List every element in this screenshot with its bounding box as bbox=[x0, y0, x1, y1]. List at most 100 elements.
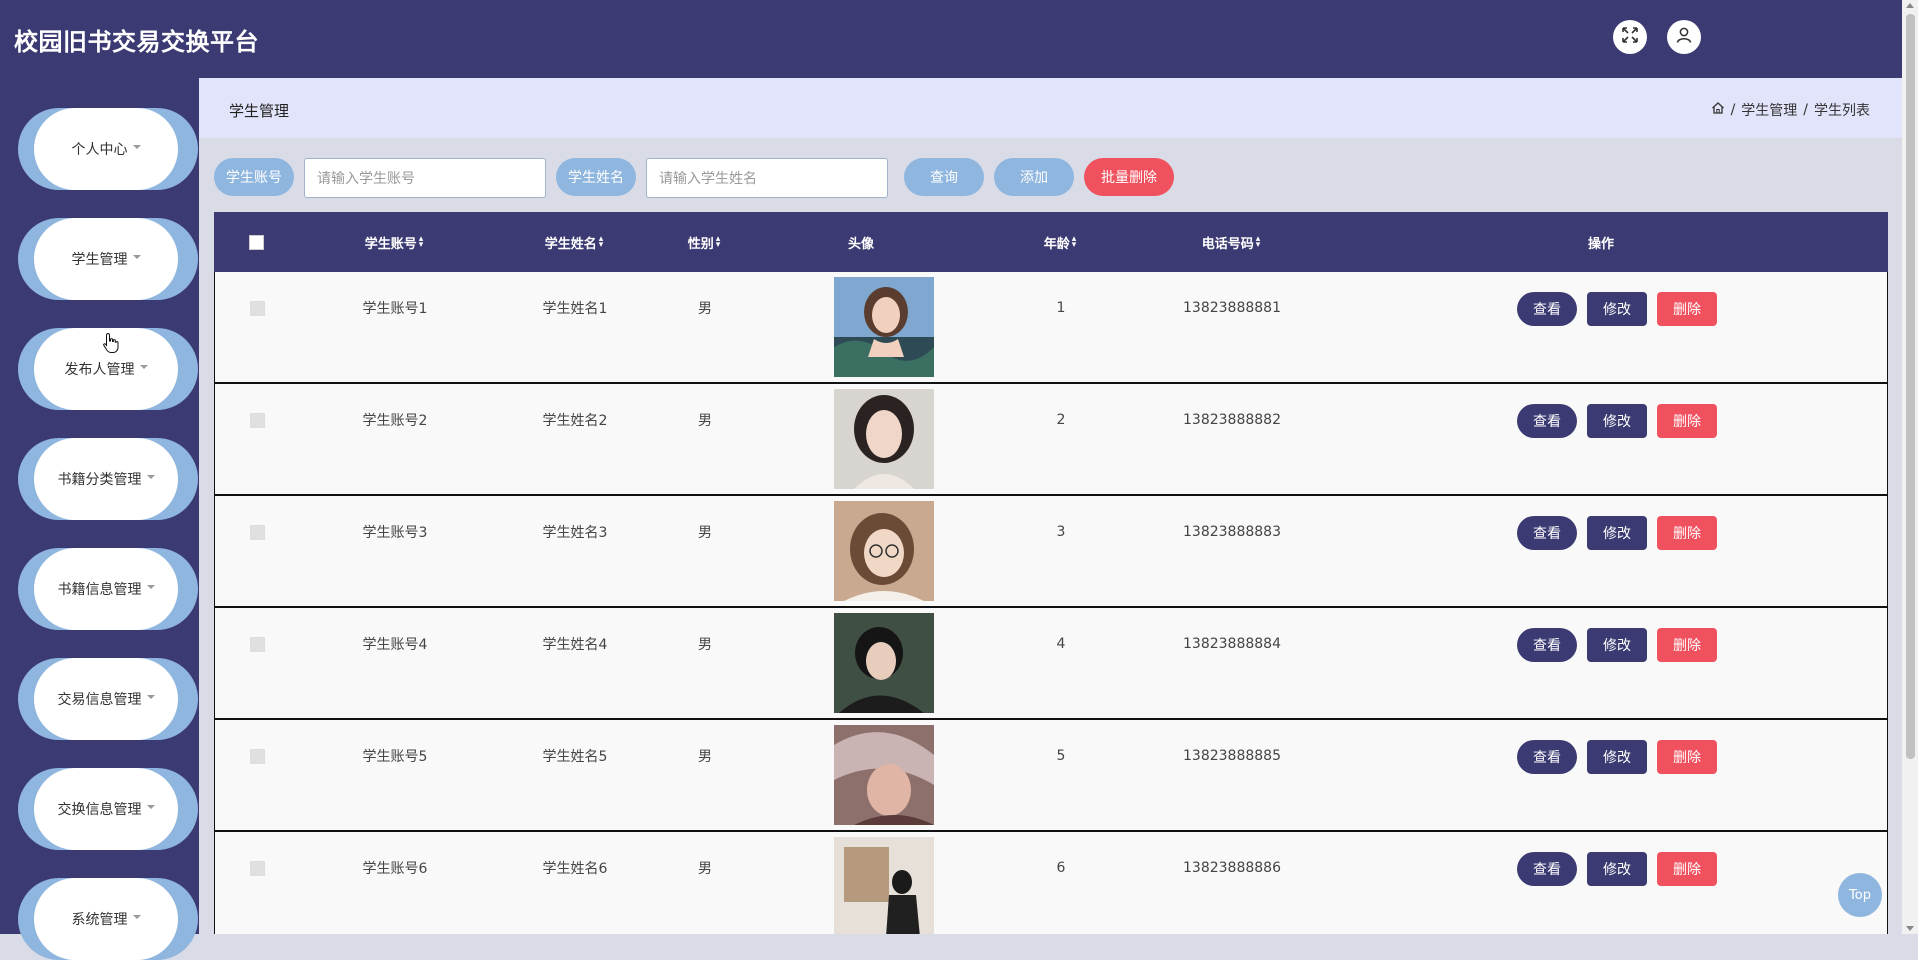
avatar[interactable] bbox=[834, 725, 934, 825]
sidebar-item-trade-info-management[interactable]: 交易信息管理 bbox=[18, 658, 198, 740]
cell-gender: 男 bbox=[698, 525, 712, 541]
view-button[interactable]: 查看 bbox=[1517, 740, 1577, 774]
delete-button[interactable]: 删除 bbox=[1657, 292, 1717, 326]
home-icon[interactable] bbox=[1711, 101, 1725, 119]
sidebar-item-label: 书籍分类管理 bbox=[57, 472, 142, 488]
cell-phone: 13823888884 bbox=[1183, 636, 1281, 652]
cell-age: 6 bbox=[1056, 860, 1066, 876]
avatar[interactable] bbox=[834, 277, 934, 377]
column-label: 电话号码 bbox=[1201, 236, 1254, 252]
delete-button[interactable]: 删除 bbox=[1657, 404, 1717, 438]
row-select-cell bbox=[215, 296, 300, 320]
batch-delete-button[interactable]: 批量删除 bbox=[1084, 158, 1174, 196]
query-button[interactable]: 查询 bbox=[904, 158, 984, 196]
scroll-thumb[interactable] bbox=[1906, 14, 1915, 759]
account-search-input[interactable]: 请输入学生账号 bbox=[304, 158, 546, 198]
sidebar-item-system-management[interactable]: 系统管理 bbox=[18, 878, 198, 960]
view-button[interactable]: 查看 bbox=[1517, 852, 1577, 886]
table-header: 学生账号 ▴ ▾ 学生姓名 ▴ ▾ 性别 ▴ ▾ 头像 年龄 ▴ ▾ 电话号码 ▴ ▾ 操作 bbox=[214, 212, 1888, 272]
cell-account: 学生账号5 bbox=[362, 749, 428, 765]
row-select-cell bbox=[215, 632, 300, 656]
column-label: 操作 bbox=[1587, 236, 1614, 252]
view-button[interactable]: 查看 bbox=[1517, 404, 1577, 438]
sidebar: 个人中心 学生管理 发布人管理 书籍分类管理 书籍信息管理 交易信息管理 交换信… bbox=[0, 78, 199, 960]
sort-icon: ▴ ▾ bbox=[1255, 234, 1261, 250]
delete-button[interactable]: 删除 bbox=[1657, 516, 1717, 550]
edit-button[interactable]: 修改 bbox=[1587, 852, 1647, 886]
top-header: 校园旧书交易交换平台 bbox=[0, 0, 1902, 78]
avatar[interactable] bbox=[834, 389, 934, 489]
name-label: 学生姓名 bbox=[556, 158, 636, 196]
main-content: 学生管理 / 学生管理 / 学生列表 学生账号 请输入学生账号 学生姓名 请输入… bbox=[199, 78, 1902, 934]
view-button[interactable]: 查看 bbox=[1517, 516, 1577, 550]
sidebar-item-personal-center[interactable]: 个人中心 bbox=[18, 108, 198, 190]
edit-button[interactable]: 修改 bbox=[1587, 740, 1647, 774]
column-label: 性别 bbox=[687, 236, 714, 252]
user-button[interactable] bbox=[1667, 20, 1701, 54]
hand-cursor-icon bbox=[102, 332, 120, 358]
row-checkbox[interactable] bbox=[250, 860, 265, 876]
delete-button[interactable]: 删除 bbox=[1657, 852, 1717, 886]
sidebar-item-label: 系统管理 bbox=[71, 912, 128, 928]
cell-phone: 13823888886 bbox=[1183, 860, 1281, 876]
app-title: 校园旧书交易交换平台 bbox=[14, 28, 259, 56]
cell-name: 学生姓名5 bbox=[542, 749, 608, 765]
view-button[interactable]: 查看 bbox=[1517, 628, 1577, 662]
delete-button[interactable]: 删除 bbox=[1657, 628, 1717, 662]
sidebar-item-student-management[interactable]: 学生管理 bbox=[18, 218, 198, 300]
add-button[interactable]: 添加 bbox=[994, 158, 1074, 196]
cell-phone: 13823888885 bbox=[1183, 748, 1281, 764]
breadcrumb-separator: / bbox=[1730, 102, 1736, 118]
cell-name: 学生姓名1 bbox=[542, 301, 608, 317]
row-checkbox[interactable] bbox=[250, 412, 265, 428]
row-checkbox[interactable] bbox=[250, 300, 265, 316]
row-checkbox[interactable] bbox=[250, 748, 265, 764]
scroll-down-icon[interactable] bbox=[1906, 926, 1914, 931]
fullscreen-icon bbox=[1621, 26, 1639, 48]
avatar[interactable] bbox=[834, 501, 934, 601]
column-header-account[interactable]: 学生账号 ▴ ▾ bbox=[324, 212, 464, 272]
table-row: 学生账号5 学生姓名5 男 5 13823888885 查看 修改 删除 bbox=[214, 720, 1888, 832]
column-header-name[interactable]: 学生姓名 ▴ ▾ bbox=[504, 212, 644, 272]
select-all-checkbox[interactable] bbox=[249, 234, 264, 250]
breadcrumb: / 学生管理 / 学生列表 bbox=[1711, 100, 1870, 120]
cell-gender: 男 bbox=[698, 301, 712, 317]
cell-name: 学生姓名6 bbox=[542, 861, 608, 877]
page-scrollbar[interactable] bbox=[1902, 0, 1918, 934]
row-select-cell bbox=[215, 856, 300, 880]
edit-button[interactable]: 修改 bbox=[1587, 292, 1647, 326]
sort-icon: ▴ ▾ bbox=[715, 234, 721, 250]
table-row: 学生账号4 学生姓名4 男 4 13823888884 查看 修改 删除 bbox=[214, 608, 1888, 720]
back-to-top-button[interactable]: Top bbox=[1838, 873, 1882, 917]
avatar[interactable] bbox=[834, 613, 934, 713]
cell-gender: 男 bbox=[698, 861, 712, 877]
table-row: 学生账号3 学生姓名3 男 3 13823888883 查看 修改 删除 bbox=[214, 496, 1888, 608]
sidebar-item-exchange-info-management[interactable]: 交换信息管理 bbox=[18, 768, 198, 850]
name-search-input[interactable]: 请输入学生姓名 bbox=[646, 158, 888, 198]
sidebar-item-book-category-management[interactable]: 书籍分类管理 bbox=[18, 438, 198, 520]
row-checkbox[interactable] bbox=[250, 636, 265, 652]
cell-age: 1 bbox=[1056, 300, 1066, 316]
edit-button[interactable]: 修改 bbox=[1587, 516, 1647, 550]
avatar[interactable] bbox=[834, 837, 934, 934]
edit-button[interactable]: 修改 bbox=[1587, 404, 1647, 438]
sidebar-item-book-info-management[interactable]: 书籍信息管理 bbox=[18, 548, 198, 630]
sidebar-item-label: 书籍信息管理 bbox=[57, 582, 142, 598]
fullscreen-button[interactable] bbox=[1613, 20, 1647, 54]
cell-phone: 13823888883 bbox=[1183, 524, 1281, 540]
column-header-gender[interactable]: 性别 ▴ ▾ bbox=[664, 212, 744, 272]
column-header-phone[interactable]: 电话号码 ▴ ▾ bbox=[1161, 212, 1301, 272]
cell-name: 学生姓名3 bbox=[542, 525, 608, 541]
edit-button[interactable]: 修改 bbox=[1587, 628, 1647, 662]
cell-account: 学生账号2 bbox=[362, 413, 428, 429]
row-checkbox[interactable] bbox=[250, 524, 265, 540]
cell-gender: 男 bbox=[698, 749, 712, 765]
column-header-age[interactable]: 年龄 ▴ ▾ bbox=[1010, 212, 1110, 272]
view-button[interactable]: 查看 bbox=[1517, 292, 1577, 326]
breadcrumb-item-student-management[interactable]: 学生管理 bbox=[1741, 100, 1797, 120]
sort-icon: ▴ ▾ bbox=[598, 234, 604, 250]
select-all-cell bbox=[214, 212, 299, 272]
scroll-up-icon[interactable] bbox=[1906, 3, 1914, 8]
delete-button[interactable]: 删除 bbox=[1657, 740, 1717, 774]
column-label: 年龄 bbox=[1043, 236, 1070, 252]
